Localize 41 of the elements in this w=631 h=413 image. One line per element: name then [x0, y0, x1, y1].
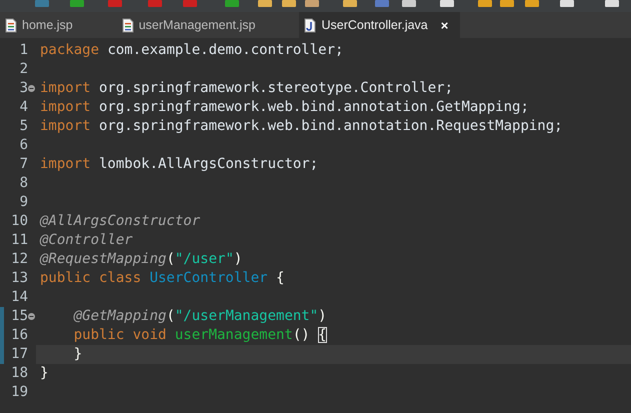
code-line: @RequestMapping("/user") [38, 250, 242, 269]
line-number: 19 [10, 383, 28, 402]
code-line: import org.springframework.web.bind.annotation.GetMapping; [39, 98, 529, 117]
line-number: 4 [18, 98, 28, 117]
line-number: 15 [10, 307, 28, 326]
code-line: import lombok.AllArgsConstructor; [39, 155, 318, 174]
code-line: import org.springframework.stereotype.Controller; [39, 79, 454, 98]
line-number: 3 [18, 79, 28, 98]
editor-tab[interactable]: UserController.java × [299, 12, 460, 38]
code-line: @AllArgsConstructor [38, 212, 200, 231]
line-number: 17 [10, 345, 28, 364]
code-line: @Controller [38, 231, 133, 250]
line-number: 5 [18, 117, 28, 136]
collapse-icon[interactable] [28, 313, 35, 320]
line-number: 18 [10, 364, 28, 383]
code-line: @GetMapping("/userManagement") [72, 307, 327, 326]
line-number: 2 [18, 60, 28, 79]
collapse-icon[interactable] [28, 85, 35, 92]
code-line: } [39, 364, 48, 383]
line-number: 12 [10, 250, 28, 269]
code-line: public void userManagement() { [72, 326, 327, 345]
line-number: 6 [18, 136, 28, 155]
line-number: 13 [10, 269, 28, 288]
line-number: 10 [10, 212, 28, 231]
line-number: 9 [18, 193, 28, 212]
java-file-icon [304, 18, 316, 32]
editor-tab[interactable]: home.jsp [0, 12, 111, 38]
line-number: 16 [10, 326, 28, 345]
code-line: package com.example.demo.controller; [39, 41, 344, 60]
line-number: 1 [18, 41, 28, 60]
code-line: import org.springframework.web.bind.annotation.RequestMapping; [39, 117, 563, 136]
code-line: public class UserController { [39, 269, 284, 288]
code-line: } [72, 345, 82, 364]
line-number: 11 [10, 231, 28, 250]
document-file-icon [5, 18, 17, 32]
editor-tab[interactable]: userManagement.jsp [116, 12, 294, 38]
line-number: 14 [10, 288, 28, 307]
close-button[interactable]: × [438, 18, 450, 32]
line-number: 8 [18, 174, 28, 193]
line-number: 7 [18, 155, 28, 174]
document-file-icon [122, 18, 134, 32]
